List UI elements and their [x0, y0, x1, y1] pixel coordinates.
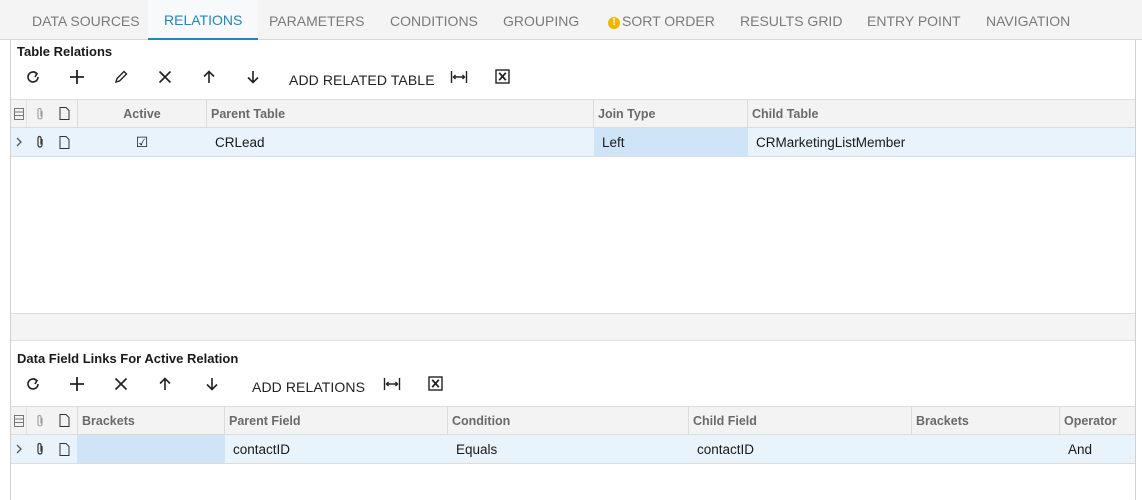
plus-icon: [70, 377, 84, 391]
add-relations-button[interactable]: ADD RELATIONS: [252, 379, 365, 395]
tab-relations[interactable]: RELATIONS: [148, 0, 259, 40]
paperclip-icon: [36, 135, 43, 148]
table-relations-grid-header: Active Parent Table Join Type Child Tabl…: [11, 99, 1135, 128]
refresh-icon: [27, 377, 39, 390]
add-button[interactable]: [69, 376, 85, 400]
delete-button[interactable]: [113, 376, 129, 400]
paperclip-icon: [36, 414, 43, 427]
document-icon: [59, 414, 70, 427]
arrow-up-icon: [159, 377, 171, 390]
child-field-cell[interactable]: contactID: [689, 435, 912, 463]
note-header: [52, 407, 77, 434]
data-field-links-title: Data Field Links For Active Relation: [17, 351, 239, 366]
column-header-parent-field[interactable]: Parent Field: [225, 407, 448, 434]
document-icon: [59, 107, 70, 120]
document-icon: [59, 135, 70, 149]
tab-sort-order-label: SORT ORDER: [622, 13, 715, 29]
parent-field-cell[interactable]: contactID: [225, 435, 448, 463]
condition-cell[interactable]: Equals: [448, 435, 689, 463]
warning-icon: !: [608, 17, 620, 29]
close-icon: [158, 70, 172, 84]
excel-export-icon: [495, 69, 510, 84]
columns-icon: [13, 107, 24, 120]
row-selector-header: [11, 407, 27, 434]
tab-grouping[interactable]: GROUPING: [487, 0, 595, 40]
close-icon: [114, 377, 128, 391]
row-expander[interactable]: [11, 128, 27, 156]
join-type-cell[interactable]: Left: [594, 128, 748, 156]
child-table-cell[interactable]: CRMarketingListMember: [748, 128, 1135, 156]
column-header-join-type[interactable]: Join Type: [594, 100, 748, 127]
column-header-parent-table[interactable]: Parent Table: [207, 100, 594, 127]
arrow-up-icon: [203, 70, 215, 83]
fit-columns-button[interactable]: [383, 376, 401, 400]
brackets-close-cell[interactable]: [912, 435, 1060, 463]
attachment-cell[interactable]: [27, 435, 52, 463]
data-field-links-grid-header: Brackets Parent Field Condition Child Fi…: [11, 406, 1135, 435]
move-down-button[interactable]: [245, 69, 261, 93]
column-header-brackets-close[interactable]: Brackets: [912, 407, 1060, 434]
pencil-icon: [114, 70, 128, 84]
arrow-down-icon: [247, 71, 259, 84]
attachment-header: [27, 100, 52, 127]
parent-table-cell[interactable]: CRLead: [207, 128, 594, 156]
active-checkbox[interactable]: ☑: [77, 128, 207, 156]
note-cell[interactable]: [52, 435, 77, 463]
fit-columns-button[interactable]: [450, 69, 468, 93]
tab-sort-order[interactable]: ! SORT ORDER: [591, 0, 731, 40]
attachment-header: [27, 407, 52, 434]
refresh-button[interactable]: [25, 69, 41, 93]
edit-button[interactable]: [113, 69, 129, 93]
column-header-operator[interactable]: Operator: [1060, 407, 1135, 434]
row-selector-header: [11, 100, 27, 127]
tab-bar: DATA SOURCES RELATIONS PARAMETERS CONDIT…: [0, 0, 1142, 40]
add-button[interactable]: [69, 69, 85, 93]
fit-columns-icon: [383, 378, 401, 390]
table-row[interactable]: contactID Equals contactID And: [11, 435, 1135, 464]
delete-button[interactable]: [157, 69, 173, 93]
section-divider: [11, 313, 1135, 341]
table-row[interactable]: ☑ CRLead Left CRMarketingListMember: [11, 128, 1135, 157]
column-header-child-table[interactable]: Child Table: [748, 100, 1135, 127]
row-expander[interactable]: [11, 435, 27, 463]
paperclip-icon: [36, 107, 43, 120]
export-excel-button[interactable]: [428, 376, 443, 400]
move-up-button[interactable]: [157, 376, 173, 400]
arrow-down-icon: [206, 378, 218, 391]
move-up-button[interactable]: [201, 69, 217, 93]
column-header-active[interactable]: Active: [77, 100, 207, 127]
tab-navigation[interactable]: NAVIGATION: [970, 0, 1086, 40]
paperclip-icon: [36, 442, 43, 455]
excel-export-icon: [428, 376, 443, 391]
chevron-right-icon: [16, 444, 22, 454]
chevron-right-icon: [16, 137, 22, 147]
tab-entry-point[interactable]: ENTRY POINT: [851, 0, 977, 40]
document-icon: [59, 442, 70, 456]
columns-icon: [13, 414, 24, 427]
add-related-table-button[interactable]: ADD RELATED TABLE: [289, 72, 435, 88]
operator-cell[interactable]: And: [1060, 435, 1135, 463]
move-down-button[interactable]: [204, 376, 220, 400]
plus-icon: [70, 70, 84, 84]
note-header: [52, 100, 77, 127]
table-relations-title: Table Relations: [17, 44, 113, 59]
attachment-cell[interactable]: [27, 128, 52, 156]
refresh-button[interactable]: [25, 376, 41, 400]
column-header-child-field[interactable]: Child Field: [689, 407, 912, 434]
refresh-icon: [27, 70, 39, 83]
export-excel-button[interactable]: [495, 69, 510, 93]
column-header-condition[interactable]: Condition: [448, 407, 689, 434]
tab-results-grid[interactable]: RESULTS GRID: [724, 0, 858, 40]
tab-data-sources[interactable]: DATA SOURCES: [16, 0, 156, 40]
fit-columns-icon: [450, 71, 468, 83]
tab-parameters[interactable]: PARAMETERS: [253, 0, 380, 40]
note-cell[interactable]: [52, 128, 77, 156]
brackets-open-cell[interactable]: [77, 435, 225, 463]
tab-conditions[interactable]: CONDITIONS: [374, 0, 494, 40]
column-header-brackets-open[interactable]: Brackets: [77, 407, 225, 434]
